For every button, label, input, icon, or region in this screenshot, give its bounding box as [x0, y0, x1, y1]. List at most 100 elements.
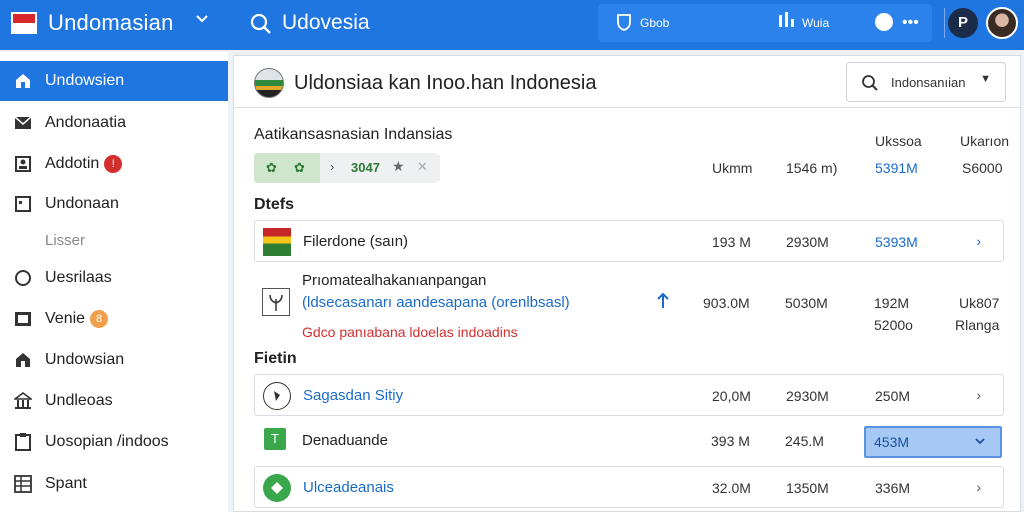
- active-chip[interactable]: ✿ ✿: [254, 153, 320, 183]
- shield-icon[interactable]: [616, 13, 632, 34]
- plant-icon: [262, 288, 290, 316]
- toolbar-label-2[interactable]: Wuia: [802, 16, 829, 30]
- chevron-right-icon[interactable]: ›: [976, 233, 981, 249]
- emoji-icon[interactable]: [875, 13, 893, 31]
- header-dropdown[interactable]: Indonsanıian ▼: [846, 62, 1006, 102]
- user-avatar-initial[interactable]: P: [948, 8, 978, 38]
- sidebar-item-contacts[interactable]: Addotin !: [0, 144, 228, 184]
- divider: [944, 8, 945, 38]
- row-value: 193 M: [712, 234, 751, 250]
- chevron-right-icon: ›: [330, 159, 335, 174]
- row-value: Uk807: [959, 295, 1000, 311]
- sidebar-item-label: Undowsien: [45, 72, 125, 89]
- row-value: 5030M: [785, 295, 828, 311]
- building-icon: [12, 350, 34, 370]
- sidebar-item-circle[interactable]: Uesrilaas: [0, 258, 228, 298]
- table-row[interactable]: Ulceadeanais 32.0M 1350M 336M ›: [254, 466, 1004, 508]
- green-square-icon: T: [264, 428, 286, 450]
- row-value: 2930M: [786, 234, 829, 250]
- column-header: Ukssoa: [875, 133, 922, 149]
- row-value: 1350M: [786, 480, 829, 496]
- sidebar-item-label: Addotin: [45, 155, 100, 172]
- section-title: Aatikansasnasian Indansias: [254, 126, 453, 143]
- image-icon: [12, 309, 34, 329]
- chevron-right-icon[interactable]: ›: [976, 387, 981, 403]
- sidebar-item-label: Andonaatia: [45, 114, 126, 131]
- row-value: 20,0M: [712, 388, 751, 404]
- search-input[interactable]: Udovesia: [282, 11, 370, 35]
- page-header: Uldonsiaa kan Inoo.han Indonesia Indonsa…: [234, 56, 1020, 108]
- row-value: 903.0M: [703, 295, 750, 311]
- row-value: 250M: [875, 388, 911, 404]
- row-name: Filerdone (saın): [303, 233, 409, 250]
- count-badge: 8: [90, 310, 109, 328]
- sidebar-item-table[interactable]: Spant: [0, 464, 228, 504]
- group-title: Dtefs: [254, 196, 295, 213]
- chevron-down-icon: ▼: [980, 73, 991, 85]
- filter-chips[interactable]: ✿ ✿ › 3047 ★ ✕: [254, 153, 440, 183]
- close-icon[interactable]: ✕: [417, 159, 428, 175]
- sidebar-item-label: Venie: [45, 310, 86, 327]
- logo-icon: [254, 68, 284, 98]
- sidebar-item-label: Uesrilaas: [45, 269, 112, 286]
- sidebar-item-image[interactable]: Venie 8: [0, 299, 228, 339]
- sidebar-item-calendar[interactable]: Undonaan: [0, 184, 228, 224]
- selected-value-dropdown[interactable]: 453M: [864, 426, 1002, 458]
- main-panel: Uldonsiaa kan Inoo.han Indonesia Indonsa…: [233, 55, 1021, 512]
- table-row[interactable]: T Denaduande 393 M 245.M 453M: [254, 418, 1004, 464]
- sidebar-item-label: Undleoas: [45, 392, 113, 409]
- sidebar-subheading: Lisser: [45, 232, 86, 249]
- sidebar-item-label: Spant: [45, 475, 87, 492]
- arrow-up-icon: [656, 292, 670, 315]
- row-subtitle: (ldsecasanarı aandesapana (orenlbsasl): [302, 294, 570, 311]
- table-row[interactable]: Filerdone (saın) 193 M 2930M 5393M ›: [254, 220, 1004, 262]
- summary-value: 5391M: [875, 160, 918, 176]
- chevron-right-icon[interactable]: ›: [976, 479, 981, 495]
- flag-icon: [11, 12, 37, 34]
- leaf-icon: ✿: [294, 160, 305, 175]
- page-title: Uldonsiaa kan Inoo.han Indonesia: [294, 72, 597, 94]
- row-value: 245.M: [785, 433, 824, 449]
- chevron-down-icon[interactable]: [195, 12, 209, 31]
- more-icon[interactable]: •••: [902, 14, 919, 32]
- row-name: Sagasdan Sitiy: [303, 387, 404, 404]
- chart-icon[interactable]: [778, 11, 798, 32]
- clipboard-icon: [12, 432, 34, 452]
- green-circle-icon: [263, 474, 291, 502]
- sidebar-item-building[interactable]: Undowsian: [0, 340, 228, 380]
- sidebar-item-mail[interactable]: Andonaatia: [0, 103, 228, 143]
- search-icon: [861, 74, 879, 97]
- contacts-icon: [12, 154, 34, 174]
- avatar[interactable]: [986, 7, 1018, 39]
- row-value: Rlanga: [955, 317, 1000, 333]
- circle-icon: [12, 268, 34, 288]
- summary-value: S6000: [962, 160, 1003, 176]
- table-row[interactable]: Prıomatealhakanıanpangan (ldsecasanarı a…: [254, 266, 1004, 346]
- chevron-down-icon: [974, 434, 986, 452]
- alert-badge: !: [104, 155, 123, 173]
- leaf-icon: ✿: [266, 160, 277, 175]
- sidebar-item-bank[interactable]: Undleoas: [0, 381, 228, 421]
- row-name: Denaduande: [302, 432, 388, 449]
- sidebar-item-label: Uosopian /indoos: [45, 433, 169, 450]
- search-icon[interactable]: [249, 12, 273, 36]
- row-value: 453M: [874, 434, 910, 450]
- sidebar: Undowsien Andonaatia Addotin ! Undonaan …: [0, 52, 228, 512]
- star-icon[interactable]: ★: [392, 158, 405, 175]
- flag-icon: [263, 228, 291, 256]
- calendar-icon: [12, 194, 34, 214]
- row-value: 192M: [874, 295, 910, 311]
- toolbar-label-1[interactable]: Gbob: [640, 16, 669, 30]
- sidebar-item-home[interactable]: Undowsien: [0, 61, 228, 101]
- group-title: Fietin: [254, 350, 297, 367]
- dropdown-value: Indonsanıian: [891, 75, 966, 90]
- summary-value: 1546 m): [786, 160, 838, 176]
- sidebar-item-label: Undowsian: [45, 351, 125, 368]
- app-title[interactable]: Undomasian: [48, 10, 174, 36]
- table-row[interactable]: Sagasdan Sitiy 20,0M 2930M 250M ›: [254, 374, 1004, 416]
- sidebar-item-clipboard[interactable]: Uosopian /indoos: [0, 422, 228, 462]
- table-icon: [12, 474, 34, 494]
- row-value: 5200o: [874, 317, 913, 333]
- bank-icon: [12, 391, 34, 411]
- row-value: 393 M: [711, 433, 750, 449]
